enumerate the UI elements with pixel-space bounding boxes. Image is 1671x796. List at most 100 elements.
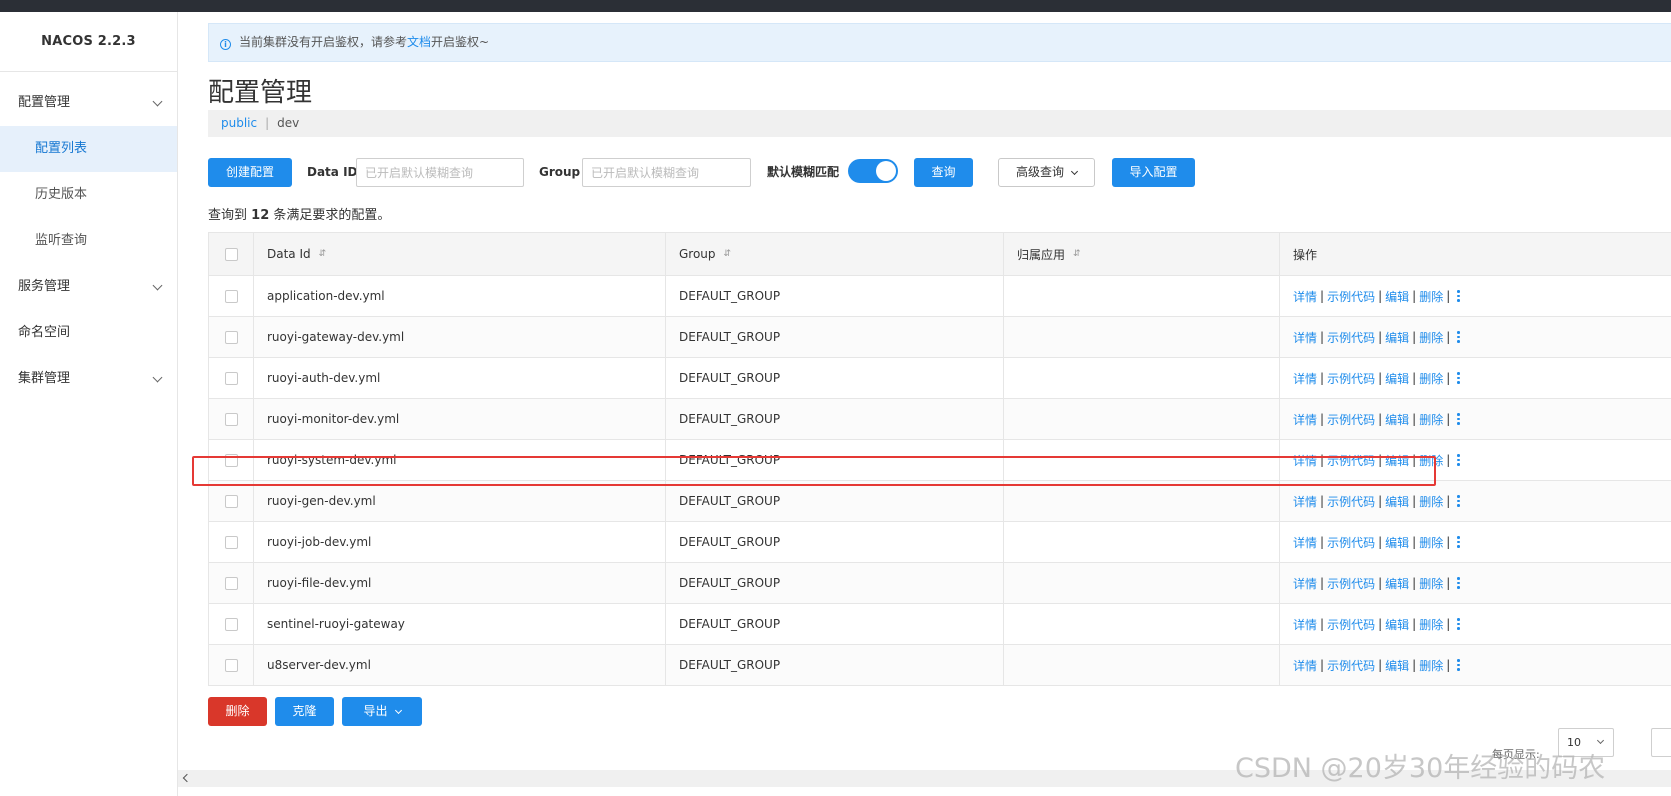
edit-link[interactable]: 编辑	[1385, 616, 1409, 633]
query-button[interactable]: 查询	[914, 158, 973, 187]
more-vertical-icon[interactable]	[1455, 331, 1461, 343]
sample-code-link[interactable]: 示例代码	[1327, 370, 1375, 387]
detail-link[interactable]: 详情	[1293, 452, 1317, 469]
header-app[interactable]: 归属应用 ⇵	[1004, 233, 1280, 275]
scroll-left-arrow-icon[interactable]	[182, 773, 192, 783]
advanced-query-button[interactable]: 高级查询	[998, 158, 1095, 187]
sidebar-group-config-management[interactable]: 配置管理	[0, 80, 177, 126]
fuzzy-match-toggle[interactable]	[848, 159, 898, 183]
delete-link[interactable]: 删除	[1419, 329, 1443, 346]
edit-link[interactable]: 编辑	[1385, 493, 1409, 510]
more-vertical-icon[interactable]	[1455, 495, 1461, 507]
namespace-dev[interactable]: dev	[277, 116, 299, 130]
action-separator: |	[1412, 412, 1417, 426]
sample-code-link[interactable]: 示例代码	[1327, 452, 1375, 469]
clone-button[interactable]: 克隆	[275, 697, 334, 726]
delete-link[interactable]: 删除	[1419, 411, 1443, 428]
more-vertical-icon[interactable]	[1455, 290, 1461, 302]
more-vertical-icon[interactable]	[1455, 577, 1461, 589]
header-data-id[interactable]: Data Id ⇵	[254, 233, 666, 275]
auth-alert: i 当前集群没有开启鉴权，请参考文档开启鉴权~	[208, 23, 1671, 62]
edit-link[interactable]: 编辑	[1385, 534, 1409, 551]
row-checkbox[interactable]	[224, 617, 238, 631]
more-vertical-icon[interactable]	[1455, 659, 1461, 671]
group-input[interactable]	[582, 158, 751, 187]
sample-code-link[interactable]: 示例代码	[1327, 616, 1375, 633]
sidebar-group-service-management[interactable]: 服务管理	[0, 264, 177, 310]
page-size-select[interactable]: 10	[1558, 728, 1614, 757]
sample-code-link[interactable]: 示例代码	[1327, 288, 1375, 305]
horizontal-scrollbar[interactable]	[178, 770, 1671, 787]
more-vertical-icon[interactable]	[1455, 454, 1461, 466]
row-checkbox[interactable]	[224, 412, 238, 426]
more-vertical-icon[interactable]	[1455, 413, 1461, 425]
sidebar-item-listener-query[interactable]: 监听查询	[0, 218, 177, 264]
detail-link[interactable]: 详情	[1293, 411, 1317, 428]
delete-link[interactable]: 删除	[1419, 288, 1443, 305]
data-id-input[interactable]	[356, 158, 524, 187]
row-checkbox[interactable]	[224, 535, 238, 549]
delete-link[interactable]: 删除	[1419, 657, 1443, 674]
sidebar-group-cluster-management[interactable]: 集群管理	[0, 356, 177, 402]
row-checkbox[interactable]	[224, 658, 238, 672]
sidebar-item-config-list[interactable]: 配置列表	[0, 126, 177, 172]
more-vertical-icon[interactable]	[1455, 536, 1461, 548]
sample-code-link[interactable]: 示例代码	[1327, 657, 1375, 674]
row-checkbox[interactable]	[224, 330, 238, 344]
docs-link[interactable]: 文档	[407, 35, 431, 49]
delete-link[interactable]: 删除	[1419, 493, 1443, 510]
data-id-label: Data ID	[307, 165, 358, 179]
header-group[interactable]: Group ⇵	[666, 233, 1004, 275]
row-checkbox[interactable]	[224, 494, 238, 508]
window-top-bar	[0, 0, 1671, 12]
sidebar-item-namespace[interactable]: 命名空间	[0, 310, 177, 356]
edit-link[interactable]: 编辑	[1385, 575, 1409, 592]
sort-icon[interactable]: ⇵	[1073, 249, 1081, 259]
delete-link[interactable]: 删除	[1419, 452, 1443, 469]
row-checkbox[interactable]	[224, 576, 238, 590]
detail-link[interactable]: 详情	[1293, 534, 1317, 551]
actions-cell: 详情 | 示例代码 | 编辑 | 删除 |	[1280, 399, 1671, 439]
edit-link[interactable]: 编辑	[1385, 370, 1409, 387]
sample-code-link[interactable]: 示例代码	[1327, 575, 1375, 592]
edit-link[interactable]: 编辑	[1385, 411, 1409, 428]
create-config-button[interactable]: 创建配置	[208, 158, 292, 187]
export-button[interactable]: 导出	[342, 697, 422, 726]
select-all-checkbox[interactable]	[224, 247, 238, 261]
edit-link[interactable]: 编辑	[1385, 657, 1409, 674]
row-checkbox[interactable]	[224, 453, 238, 467]
detail-link[interactable]: 详情	[1293, 575, 1317, 592]
sample-code-link[interactable]: 示例代码	[1327, 329, 1375, 346]
detail-link[interactable]: 详情	[1293, 288, 1317, 305]
edit-link[interactable]: 编辑	[1385, 452, 1409, 469]
detail-link[interactable]: 详情	[1293, 657, 1317, 674]
detail-link[interactable]: 详情	[1293, 329, 1317, 346]
delete-link[interactable]: 删除	[1419, 575, 1443, 592]
pager-next-edge[interactable]	[1651, 728, 1671, 757]
action-separator: |	[1446, 494, 1451, 508]
edit-link[interactable]: 编辑	[1385, 329, 1409, 346]
import-config-button[interactable]: 导入配置	[1112, 158, 1195, 187]
row-checkbox[interactable]	[224, 371, 238, 385]
delete-link[interactable]: 删除	[1419, 534, 1443, 551]
delete-link[interactable]: 删除	[1419, 616, 1443, 633]
delete-button[interactable]: 删除	[208, 697, 267, 726]
column-label: 归属应用	[1017, 247, 1066, 262]
sort-icon[interactable]: ⇵	[319, 249, 327, 259]
chevron-down-icon	[394, 706, 402, 715]
more-vertical-icon[interactable]	[1455, 372, 1461, 384]
sample-code-link[interactable]: 示例代码	[1327, 493, 1375, 510]
namespace-public[interactable]: public	[221, 116, 257, 130]
delete-link[interactable]: 删除	[1419, 370, 1443, 387]
edit-link[interactable]: 编辑	[1385, 288, 1409, 305]
row-checkbox[interactable]	[224, 289, 238, 303]
detail-link[interactable]: 详情	[1293, 370, 1317, 387]
more-vertical-icon[interactable]	[1455, 618, 1461, 630]
detail-link[interactable]: 详情	[1293, 493, 1317, 510]
sort-icon[interactable]: ⇵	[724, 249, 732, 259]
sample-code-link[interactable]: 示例代码	[1327, 411, 1375, 428]
detail-link[interactable]: 详情	[1293, 616, 1317, 633]
sidebar-item-history[interactable]: 历史版本	[0, 172, 177, 218]
sample-code-link[interactable]: 示例代码	[1327, 534, 1375, 551]
config-table: Data Id ⇵ Group ⇵ 归属应用 ⇵ 操作 application-dev…	[208, 232, 1671, 686]
